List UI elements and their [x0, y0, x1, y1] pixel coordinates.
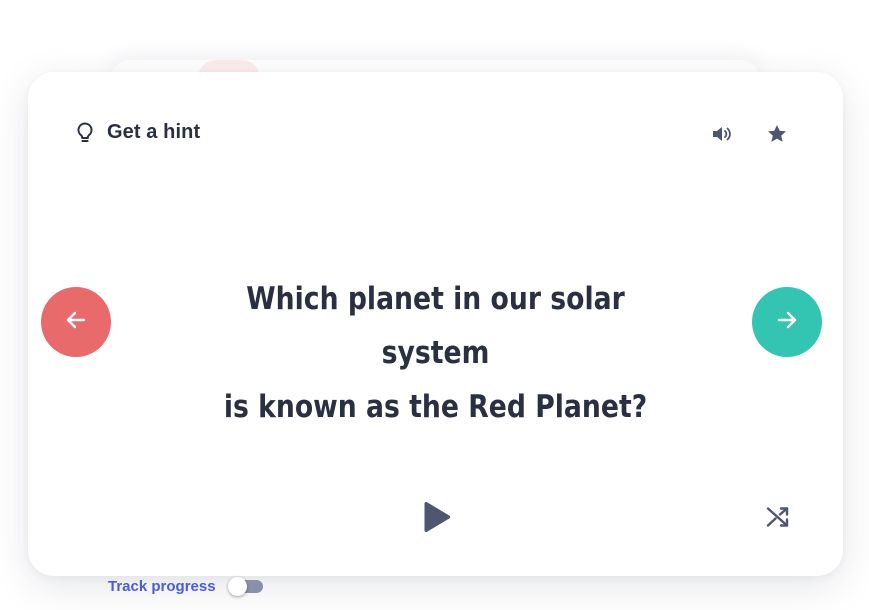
- shuffle-icon[interactable]: [765, 504, 791, 530]
- toggle-knob: [227, 577, 247, 596]
- arrow-right-icon: [774, 307, 800, 338]
- hint-button[interactable]: Get a hint: [76, 121, 200, 144]
- track-progress-label: Track progress: [108, 577, 216, 595]
- arrow-left-icon: [63, 307, 89, 338]
- question-line-1: Which planet in our solar system: [246, 281, 625, 371]
- speaker-icon[interactable]: [709, 121, 735, 147]
- question-text: Which planet in our solar system is know…: [188, 272, 683, 434]
- hint-label: Get a hint: [107, 121, 201, 143]
- track-progress: Track progress: [108, 577, 264, 596]
- question-line-2: is known as the Red Planet?: [223, 389, 648, 425]
- previous-card-button[interactable]: [41, 287, 111, 357]
- track-progress-toggle[interactable]: [227, 577, 264, 596]
- lightbulb-icon: [76, 122, 94, 144]
- flashcard-stage: Get a hint Which planet in our solar sys…: [0, 0, 869, 610]
- star-icon[interactable]: [764, 121, 790, 147]
- play-icon[interactable]: [421, 500, 453, 534]
- next-card-button[interactable]: [752, 287, 822, 357]
